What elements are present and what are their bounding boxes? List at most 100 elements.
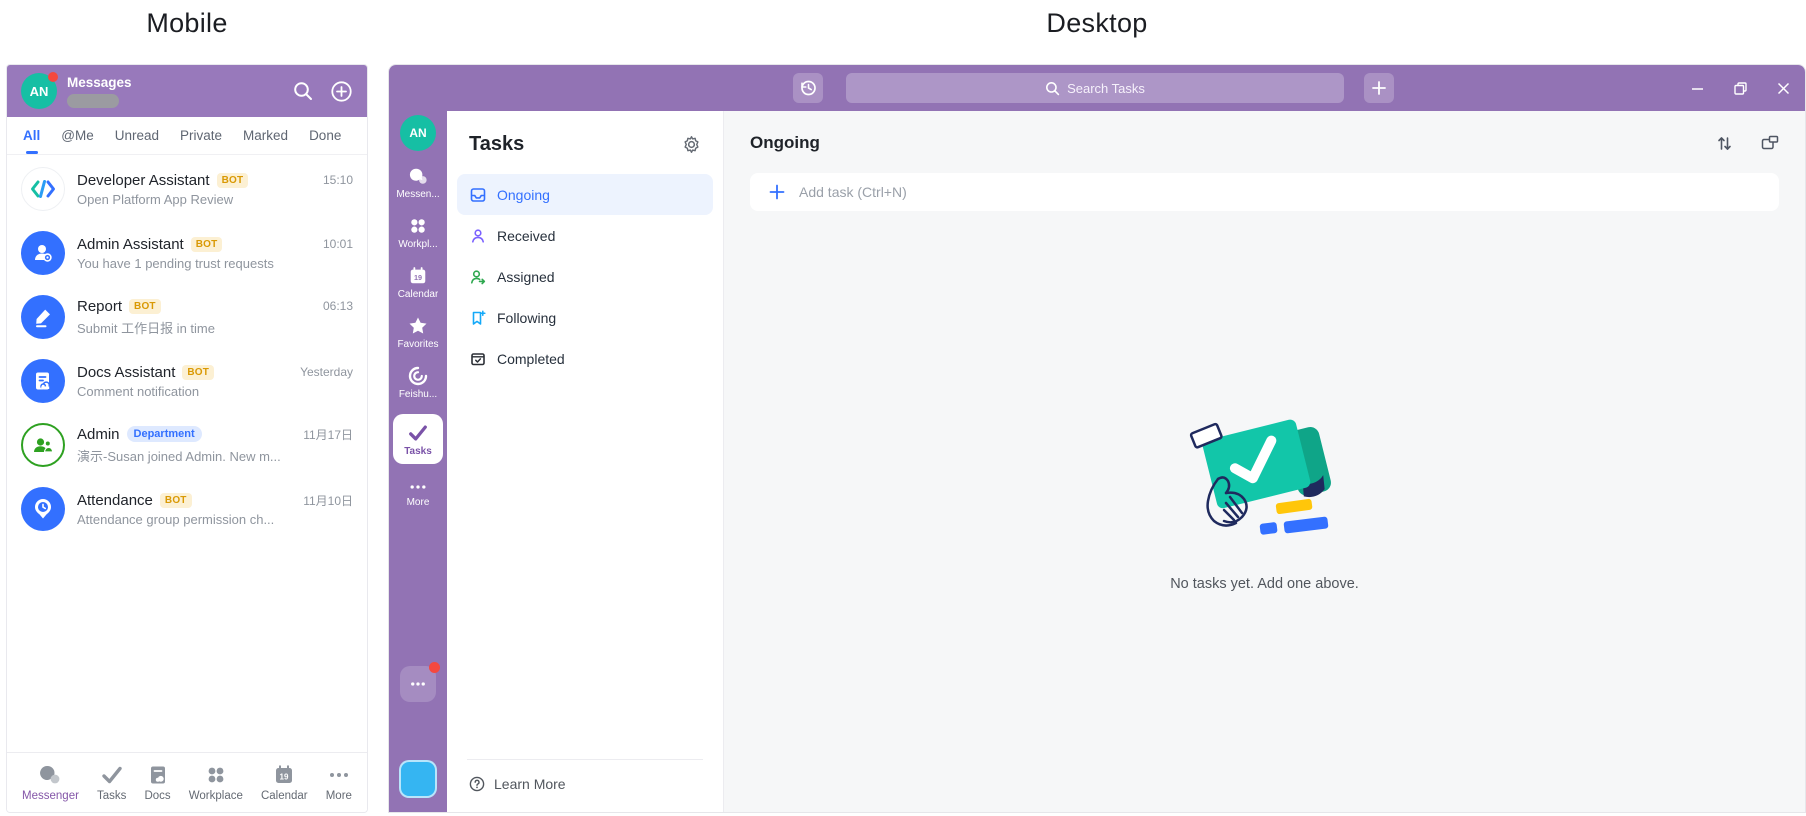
app-rail: AN Messen... Workpl... 19 Calendar Favor… bbox=[389, 111, 447, 812]
nav-item-messenger[interactable]: Messenger bbox=[22, 764, 79, 802]
no-tasks-illustration bbox=[1189, 419, 1331, 535]
sidebar-item-ongoing[interactable]: Ongoing bbox=[457, 174, 713, 215]
tab-private[interactable]: Private bbox=[180, 117, 222, 154]
chat-row-report[interactable]: Report BOT 06:13 Submit 工作日报 in time bbox=[7, 285, 367, 349]
nav-label: Calendar bbox=[260, 789, 308, 802]
bot-badge: BOT bbox=[182, 364, 215, 380]
tab-at-me[interactable]: @Me bbox=[61, 117, 93, 154]
rail-item-feishu[interactable]: Feishu... bbox=[393, 366, 443, 400]
svg-text:19: 19 bbox=[280, 772, 289, 781]
add-task-input[interactable]: Add task (Ctrl+N) bbox=[750, 173, 1779, 211]
tab-done[interactable]: Done bbox=[309, 117, 341, 154]
tasks-sidebar: Tasks Ongoing Received Assigned Followin… bbox=[447, 111, 724, 812]
chat-name: Developer Assistant bbox=[77, 171, 210, 189]
rail-item-more[interactable]: More bbox=[393, 480, 443, 508]
sidebar-item-following[interactable]: Following bbox=[457, 297, 713, 338]
tab-all[interactable]: All bbox=[23, 117, 40, 154]
tab-marked[interactable]: Marked bbox=[243, 117, 288, 154]
empty-state: No tasks yet. Add one above. bbox=[724, 409, 1805, 592]
sidebar-item-completed[interactable]: Completed bbox=[457, 338, 713, 379]
rail-label: More bbox=[406, 497, 430, 508]
chat-time: 15:10 bbox=[322, 173, 353, 187]
sort-icon[interactable] bbox=[1716, 135, 1733, 152]
mobile-header: AN Messages bbox=[7, 65, 367, 117]
workspace-app-icon[interactable] bbox=[399, 760, 437, 798]
notification-dot bbox=[48, 72, 58, 82]
chat-row-docs-assistant[interactable]: Docs Assistant BOT Yesterday Comment not… bbox=[7, 349, 367, 413]
checkmark-icon bbox=[100, 764, 124, 786]
close-button[interactable] bbox=[1776, 81, 1791, 96]
nav-item-calendar[interactable]: 19 Calendar bbox=[261, 764, 308, 802]
ellipsis-icon bbox=[411, 682, 425, 686]
nav-item-more[interactable]: More bbox=[326, 764, 352, 802]
chat-row-admin[interactable]: Admin Department 11月17日 演示-Susan joined … bbox=[7, 413, 367, 477]
new-task-button[interactable] bbox=[1364, 73, 1394, 103]
restore-button[interactable] bbox=[1733, 81, 1748, 96]
tenant-name-placeholder bbox=[67, 93, 119, 108]
sidebar-item-label: Following bbox=[497, 309, 557, 326]
chat-bubbles-icon bbox=[408, 167, 429, 186]
person-gear-icon bbox=[21, 231, 65, 275]
chat-preview: Open Platform App Review bbox=[77, 191, 234, 207]
empty-message: No tasks yet. Add one above. bbox=[1170, 576, 1359, 592]
rail-item-favorites[interactable]: Favorites bbox=[393, 316, 443, 350]
search-tasks-input[interactable]: Search Tasks bbox=[846, 73, 1344, 103]
screenshot-canvas: Mobile Desktop AN Messages All @Me Unrea… bbox=[0, 0, 1806, 816]
nav-label: Messenger bbox=[22, 789, 79, 802]
people-icon bbox=[21, 423, 65, 467]
person-arrow-icon bbox=[470, 269, 486, 285]
nav-item-tasks[interactable]: Tasks bbox=[97, 764, 126, 802]
tasks-main-panel: Ongoing Add task (Ctrl+N) No tasks yet. … bbox=[724, 111, 1805, 812]
bot-badge: BOT bbox=[129, 298, 161, 314]
bot-badge: BOT bbox=[190, 236, 223, 252]
gear-icon[interactable] bbox=[682, 135, 701, 154]
sidebar-item-received[interactable]: Received bbox=[457, 215, 713, 256]
nav-item-docs[interactable]: Docs bbox=[144, 764, 171, 802]
desktop-app-window: Search Tasks AN Messen... Workpl... 19 C… bbox=[388, 64, 1806, 813]
nav-label: Docs bbox=[144, 789, 171, 802]
search-placeholder: Search Tasks bbox=[1067, 80, 1145, 96]
avatar-initials: AN bbox=[409, 126, 427, 140]
add-plus-icon[interactable] bbox=[330, 80, 353, 103]
person-icon bbox=[470, 228, 486, 244]
rail-item-workplace[interactable]: Workpl... bbox=[393, 216, 443, 250]
avatar[interactable]: AN bbox=[400, 115, 436, 151]
open-in-window-icon[interactable] bbox=[1761, 135, 1779, 151]
chat-row-admin-assistant[interactable]: Admin Assistant BOT 10:01 You have 1 pen… bbox=[7, 221, 367, 285]
swirl-icon bbox=[408, 366, 428, 386]
inbox-icon bbox=[470, 187, 486, 203]
rail-item-tasks[interactable]: Tasks bbox=[393, 414, 443, 464]
page-title: Messages bbox=[67, 74, 132, 90]
star-icon bbox=[408, 316, 428, 336]
rail-label: Tasks bbox=[404, 446, 432, 457]
plus-icon bbox=[1372, 81, 1386, 95]
rail-item-messenger[interactable]: Messen... bbox=[393, 167, 443, 200]
tab-unread[interactable]: Unread bbox=[115, 117, 159, 154]
notification-dot bbox=[429, 662, 440, 673]
rail-item-calendar[interactable]: 19 Calendar bbox=[393, 266, 443, 300]
bot-badge: BOT bbox=[216, 172, 249, 188]
nav-item-workplace[interactable]: Workplace bbox=[189, 764, 243, 802]
bot-badge: BOT bbox=[159, 492, 192, 508]
chat-row-attendance[interactable]: Attendance BOT 11月10日 Attendance group p… bbox=[7, 477, 367, 541]
history-button[interactable] bbox=[793, 73, 823, 103]
calendar-icon: 19 bbox=[408, 266, 428, 286]
calendar-icon: 19 bbox=[273, 764, 295, 786]
learn-more-link[interactable]: Learn More bbox=[461, 776, 709, 792]
more-apps-button[interactable] bbox=[400, 662, 440, 702]
history-clock-icon bbox=[801, 80, 816, 96]
rail-label: Calendar bbox=[397, 289, 439, 300]
chat-bubbles-icon bbox=[38, 764, 62, 786]
learn-more-label: Learn More bbox=[494, 776, 566, 792]
code-brackets-icon bbox=[21, 167, 65, 211]
avatar[interactable]: AN bbox=[21, 72, 58, 109]
chat-time: 11月17日 bbox=[303, 427, 353, 442]
search-icon[interactable] bbox=[292, 80, 314, 102]
rail-label: Workpl... bbox=[398, 239, 438, 250]
minimize-button[interactable] bbox=[1690, 81, 1705, 96]
docs-icon bbox=[147, 764, 169, 786]
chat-time: 06:13 bbox=[322, 299, 353, 313]
chat-list: Developer Assistant BOT 15:10 Open Platf… bbox=[7, 155, 367, 541]
chat-row-developer-assistant[interactable]: Developer Assistant BOT 15:10 Open Platf… bbox=[7, 157, 367, 221]
sidebar-item-assigned[interactable]: Assigned bbox=[457, 256, 713, 297]
